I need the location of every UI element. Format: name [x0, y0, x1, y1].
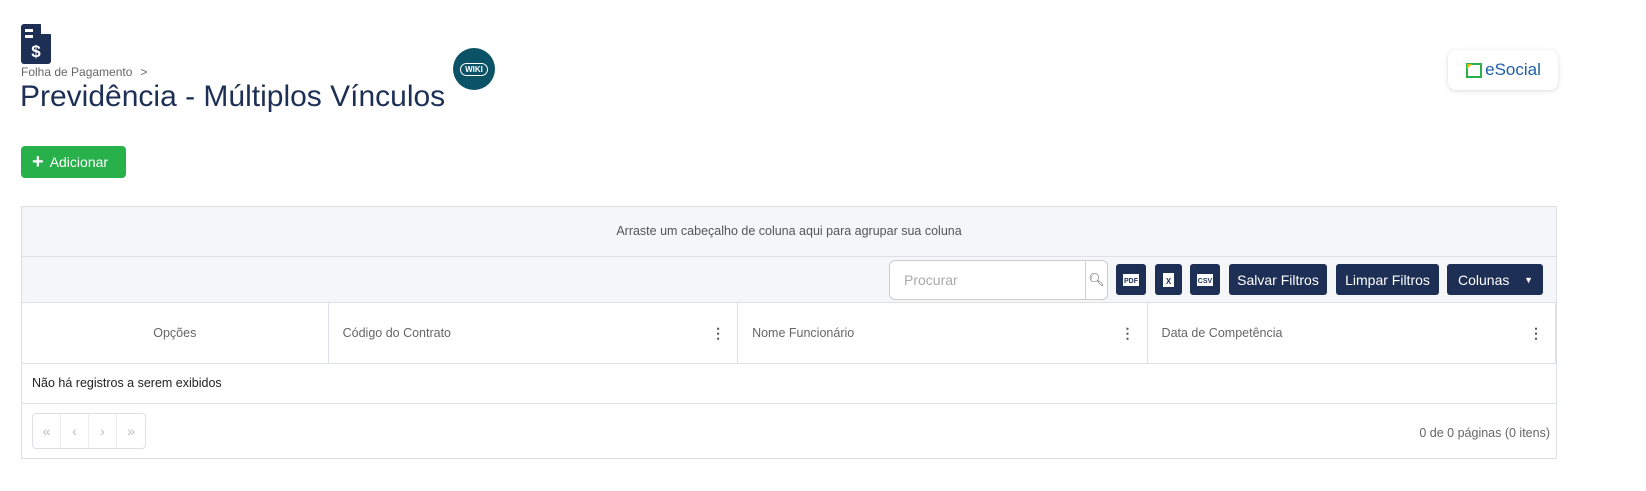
wiki-button[interactable]: WIKI [453, 48, 495, 90]
column-menu-icon[interactable]: ⋮ [1529, 325, 1543, 342]
column-header-nome-funcionario[interactable]: Nome Funcionário ⋮ [738, 303, 1148, 363]
next-page-button[interactable]: › [89, 414, 117, 448]
clear-filters-button[interactable]: Limpar Filtros [1336, 264, 1439, 295]
last-page-button[interactable]: » [117, 414, 145, 448]
group-panel[interactable]: Arraste um cabeçalho de coluna aqui para… [22, 207, 1556, 257]
add-label: Adicionar [49, 154, 109, 170]
grid-toolbar: 🔍︎ PDF X CSV Salvar Filtros Limpar Filtr… [22, 257, 1556, 303]
data-grid: Arraste um cabeçalho de coluna aqui para… [21, 206, 1557, 459]
column-menu-icon[interactable]: ⋮ [711, 325, 725, 342]
pdf-file-icon: PDF [1123, 273, 1139, 286]
save-filters-button[interactable]: Salvar Filtros [1229, 264, 1327, 295]
caret-down-icon: ▼ [1524, 274, 1533, 285]
column-header-codigo-contrato[interactable]: Código do Contrato ⋮ [329, 303, 739, 363]
column-label: Código do Contrato [342, 326, 452, 340]
export-excel-button[interactable]: X [1155, 264, 1182, 295]
first-page-button[interactable]: « [33, 414, 61, 448]
search-box: 🔍︎ [889, 260, 1108, 300]
chevron-right-icon: > [140, 65, 148, 79]
export-csv-button[interactable]: CSV [1190, 264, 1220, 295]
page-info: 0 de 0 páginas (0 itens) [1419, 426, 1550, 440]
columns-label: Colunas [1458, 271, 1510, 288]
prev-page-button[interactable]: ‹ [61, 414, 89, 448]
esocial-label: eSocial [1485, 60, 1541, 79]
esocial-button[interactable]: eSocial [1448, 50, 1558, 90]
export-pdf-button[interactable]: PDF [1116, 264, 1146, 295]
column-header-opcoes[interactable]: Opções [22, 303, 329, 363]
search-input[interactable] [890, 261, 1085, 299]
empty-message: Não há registros a serem exibidos [22, 364, 1556, 404]
breadcrumb: Folha de Pagamento > [21, 65, 147, 79]
column-label: Data de Competência [1161, 326, 1283, 340]
csv-file-icon: CSV [1196, 273, 1214, 286]
plus-icon: + [32, 151, 44, 173]
payroll-document-icon: $ [21, 24, 51, 64]
breadcrumb-item-folha[interactable]: Folha de Pagamento [21, 65, 132, 79]
pager: « ‹ › » [32, 413, 146, 449]
grid-header: Opções Código do Contrato ⋮ Nome Funcioná… [22, 303, 1557, 364]
column-header-data-competencia[interactable]: Data de Competência ⋮ [1148, 303, 1557, 363]
page-title: Previdência - Múltiplos Vínculos [20, 80, 446, 113]
wiki-label: WIKI [460, 62, 488, 76]
excel-file-icon: X [1162, 272, 1175, 287]
add-button[interactable]: + Adicionar [21, 146, 126, 178]
svg-text:$: $ [31, 42, 41, 61]
esocial-logo-icon [1466, 63, 1483, 78]
column-menu-icon[interactable]: ⋮ [1121, 325, 1135, 342]
search-icon[interactable]: 🔍︎ [1085, 261, 1107, 299]
column-label: Nome Funcionário [752, 326, 855, 340]
columns-dropdown[interactable]: Colunas ▼ [1447, 264, 1543, 295]
